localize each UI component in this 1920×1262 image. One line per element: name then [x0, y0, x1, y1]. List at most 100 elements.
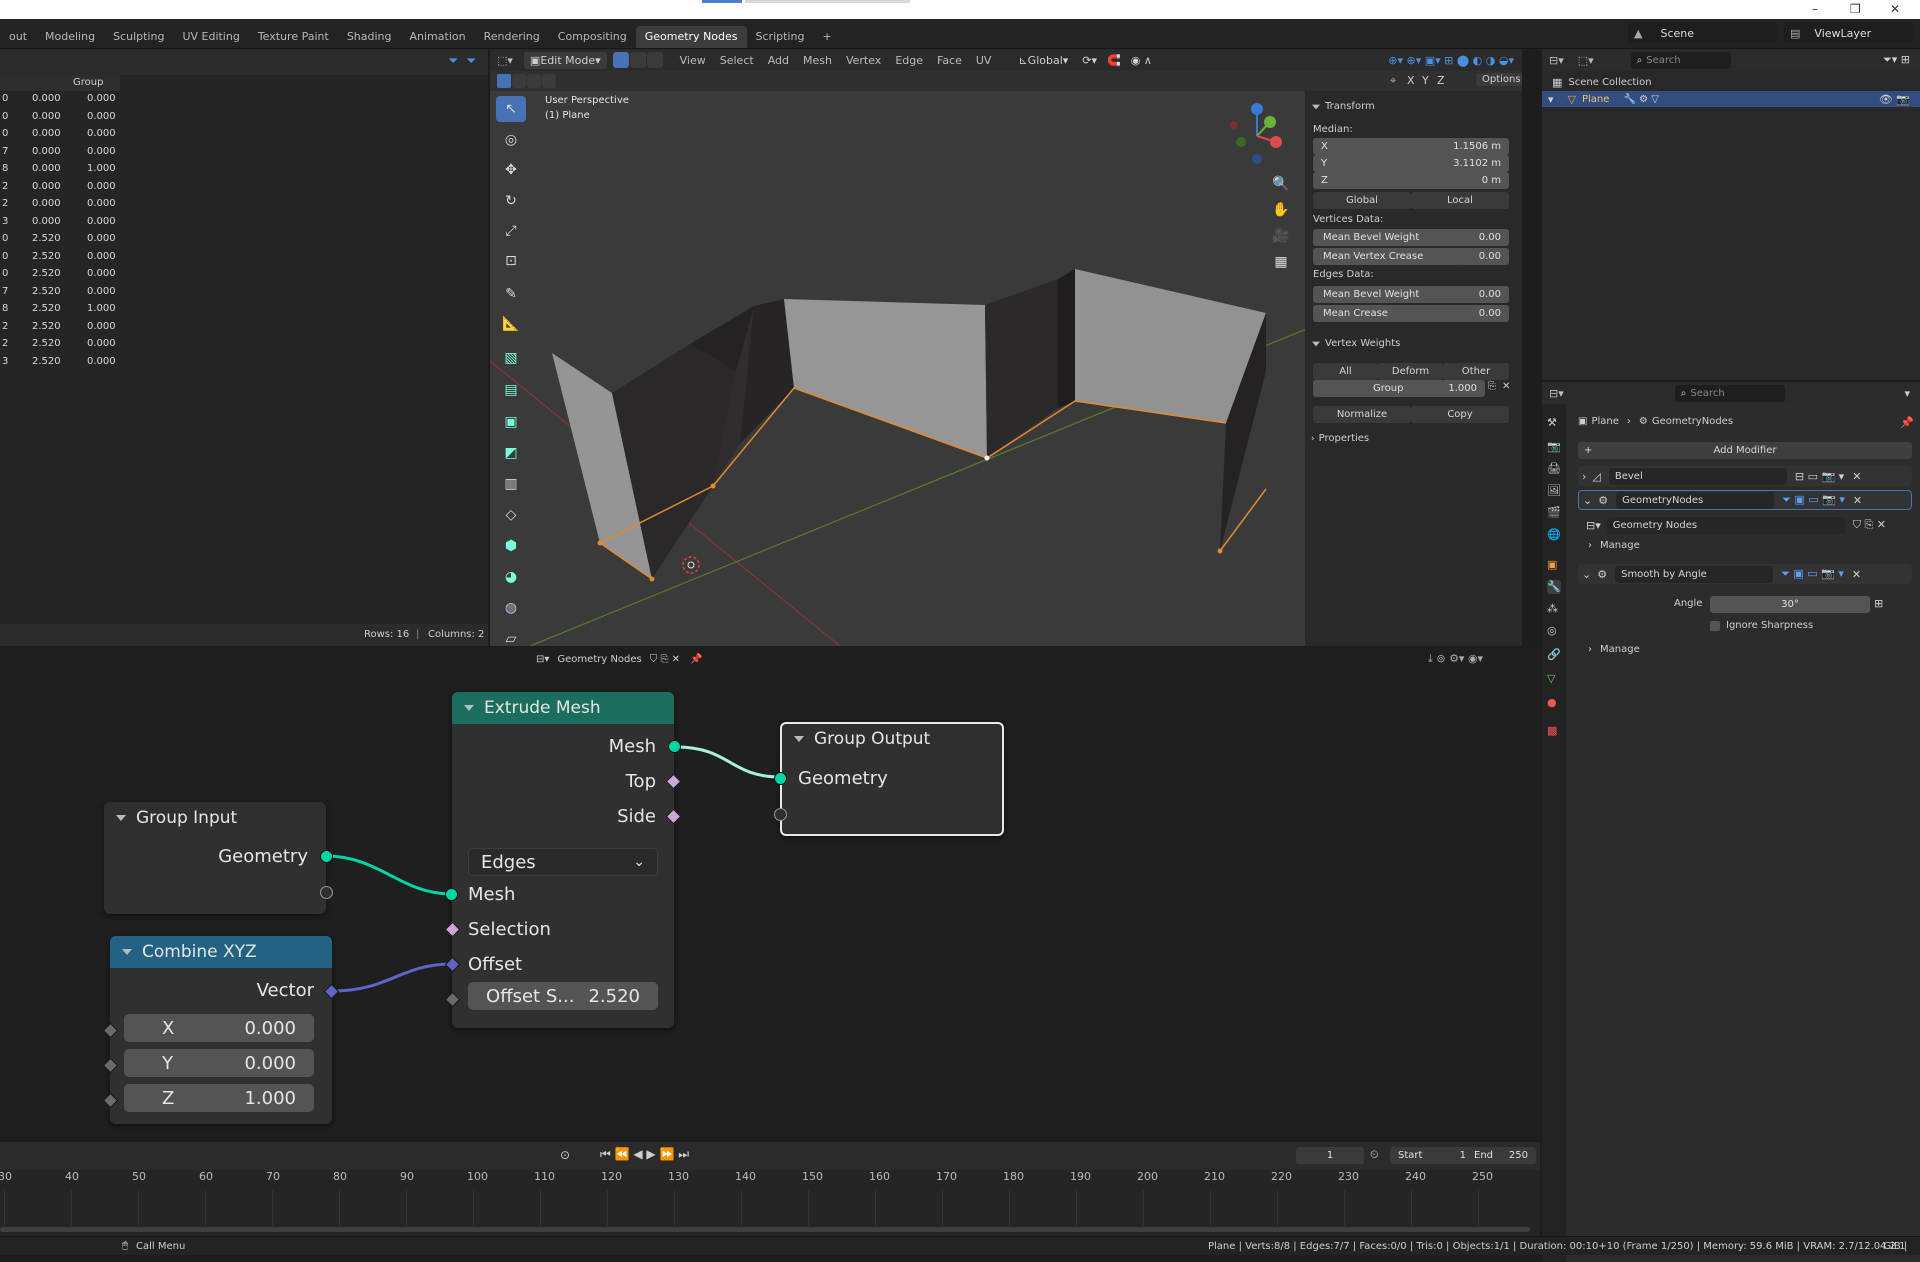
loop-cut-tool[interactable]: ▥ — [496, 471, 526, 497]
orientation-selector[interactable]: ⊾ Global ▾ — [1018, 54, 1068, 67]
scene-selector[interactable]: ▲ Scene — [1628, 23, 1778, 43]
vw-other-toggle[interactable]: Other — [1443, 363, 1509, 380]
inset-tool[interactable]: ▣ — [496, 409, 526, 435]
smooth-name-field[interactable]: Smooth by Angle — [1615, 565, 1774, 583]
end-frame-field[interactable]: End 250 — [1466, 1147, 1536, 1164]
select-box-tool[interactable]: ↖ — [496, 96, 526, 122]
move-tool[interactable]: ✥ — [496, 157, 526, 183]
filter-icon[interactable]: ⏷ — [448, 54, 458, 69]
menu-face[interactable]: Face — [930, 54, 969, 67]
annotate-tool[interactable]: ✎ — [496, 281, 526, 307]
menu-vertex[interactable]: Vertex — [839, 54, 888, 67]
mean-bevel-weight-field[interactable]: Mean Bevel Weight 0.00 — [1313, 229, 1509, 246]
outliner-editor-icon[interactable]: ⊟▾ — [1542, 54, 1571, 67]
mean-crease-field[interactable]: Mean Crease 0.00 — [1313, 305, 1509, 322]
transform-panel-header[interactable]: Transform — [1311, 101, 1375, 112]
poly-build-tool[interactable]: ⬢ — [496, 533, 526, 559]
select-subtract-icon[interactable] — [527, 74, 541, 88]
geonodes-toggle-icons[interactable]: ⏷ ▣ ▭ 📷 ▾ — [1782, 493, 1845, 507]
manage-panel-1[interactable]: › Manage — [1588, 540, 1640, 551]
mode-selector[interactable]: ▣ Edit Mode ▾ — [523, 51, 607, 69]
node-editor[interactable]: ⊟▾ Geometry Nodes ⛉ ⎘ ✕ 📌 ⤓ ⊚ ⚙▾ ◉▾ Extr… — [0, 648, 1540, 1140]
manage-panel-2[interactable]: › Manage — [1588, 644, 1640, 655]
physics-tab-icon[interactable]: ◎ — [1547, 624, 1561, 638]
menu-add[interactable]: Add — [761, 54, 796, 67]
face-select-icon[interactable] — [646, 52, 663, 68]
group-weight-field[interactable]: Group 1.000 — [1313, 380, 1485, 397]
restore-button[interactable]: ❐ — [1850, 2, 1861, 16]
properties-search[interactable]: ⌕ Search — [1674, 384, 1785, 402]
scene-collection-row[interactable]: ▦ Scene Collection — [1542, 74, 1920, 90]
options-button[interactable]: Options — [1476, 73, 1522, 86]
start-frame-field[interactable]: Start 1 — [1390, 1147, 1474, 1164]
node-group-field[interactable]: Geometry Nodes — [1606, 516, 1845, 534]
vw-all-toggle[interactable]: All — [1313, 363, 1378, 380]
median-y-field[interactable]: Y 3.1102 m — [1313, 155, 1509, 172]
properties-editor-icon[interactable]: ⊟▾ — [1542, 387, 1571, 400]
3d-viewport[interactable]: ⬚▾ ▣ Edit Mode ▾ View Select Add Mesh Vertex… — [490, 49, 1522, 646]
bevel-toggle-icons[interactable]: ⊟ ▭ 📷 ▾ — [1795, 470, 1844, 483]
bevel-remove-icon[interactable]: ✕ — [1852, 470, 1861, 483]
gizmo-toggle-icon[interactable]: ⊕▾ ⊕▾ ▣▾ ⊞ ⬤ ◐ ◑ ◒▾ — [1388, 54, 1514, 67]
texture-tab-icon[interactable]: ▩ — [1547, 724, 1561, 738]
tab-modeling[interactable]: Modeling — [36, 26, 104, 48]
smooth-modifier-header[interactable]: ⌄ ⚙ Smooth by Angle ⏷ ▣ ▭ 📷 ▾ ✕ — [1578, 564, 1912, 584]
group-input-header[interactable]: Group Input — [104, 802, 326, 834]
geonodes-remove-icon[interactable]: ✕ — [1853, 494, 1862, 507]
selection-mode-icons[interactable] — [497, 74, 556, 88]
measure-tool[interactable]: 📐 — [496, 311, 526, 337]
tab-compositing[interactable]: Compositing — [549, 26, 636, 48]
delete-weight-icon[interactable]: ✕ — [1502, 381, 1510, 392]
knife-tool[interactable]: ◇ — [496, 502, 526, 528]
median-z-field[interactable]: Z 0 m — [1313, 172, 1509, 189]
combine-z-field[interactable]: Z 1.000 — [124, 1084, 314, 1112]
world-tab-icon[interactable]: 🌐 — [1547, 528, 1561, 542]
vertex-weights-header[interactable]: Vertex Weights — [1311, 338, 1400, 349]
playback-controls-icons[interactable]: ⏮ ⏪ ◀ ▶ ⏩ ⏭ — [600, 1147, 689, 1162]
proportional-edit-icon[interactable]: ◉ ∧ — [1131, 54, 1152, 67]
smooth-remove-icon[interactable]: ✕ — [1852, 568, 1861, 581]
tab-geometry-nodes[interactable]: Geometry Nodes — [635, 26, 747, 48]
tab-texture-paint[interactable]: Texture Paint — [249, 26, 338, 48]
render-tab-icon[interactable]: 📷 — [1547, 440, 1561, 454]
display-mode-icon[interactable]: ⬚▾ — [1571, 54, 1601, 67]
median-x-field[interactable]: X 1.1506 m — [1313, 138, 1509, 155]
input-empty-socket[interactable] — [320, 886, 333, 899]
axis-x-toggle[interactable]: X — [1407, 74, 1415, 87]
snap-icon[interactable]: 🧲 — [1107, 54, 1121, 67]
view-layer-tab-icon[interactable]: 🖼 — [1547, 484, 1561, 498]
axis-z-toggle[interactable]: Z — [1437, 74, 1445, 87]
mirror-icon[interactable]: ⌖ — [1390, 74, 1396, 88]
add-modifier-button[interactable]: + Add Modifier — [1578, 442, 1912, 459]
navigation-gizmo[interactable] — [1222, 101, 1292, 171]
menu-uv[interactable]: UV — [969, 54, 999, 67]
particles-tab-icon[interactable]: ⁂ — [1547, 602, 1561, 616]
properties-dropdown-icon[interactable]: ▾ — [1904, 387, 1910, 400]
camera-icon[interactable]: 🎥 — [1270, 223, 1292, 249]
tab-uv-editing[interactable]: UV Editing — [173, 26, 248, 48]
plane-row[interactable]: ▾ ▽ Plane 🔧 ⚙ ▽ 👁 📷 — [1542, 91, 1920, 107]
normalize-button[interactable]: Normalize — [1313, 406, 1411, 423]
in-mesh-socket[interactable] — [445, 888, 458, 901]
extrude-mesh-node[interactable]: Extrude Mesh Mesh Top Side Edges ⌄ Mesh S… — [444, 692, 682, 1028]
copy-single-icon[interactable]: ⎘ — [1488, 381, 1496, 392]
angle-keyframe-icon[interactable]: ⊞ — [1874, 597, 1883, 610]
editor-type-icon[interactable]: ⬚▾ — [490, 54, 520, 67]
tab-out[interactable]: out — [0, 26, 36, 48]
mean-vertex-crease-field[interactable]: Mean Vertex Crease 0.00 — [1313, 248, 1509, 265]
output-empty-socket[interactable] — [774, 808, 787, 821]
scene-tab-icon[interactable]: 🎬 — [1547, 506, 1561, 520]
transform-tool[interactable]: ⊡ — [496, 248, 526, 274]
close-button[interactable]: ✕ — [1890, 2, 1900, 16]
combine-y-field[interactable]: Y 0.000 — [124, 1049, 314, 1077]
rotate-tool[interactable]: ↻ — [496, 188, 526, 214]
input-geometry-socket[interactable] — [320, 850, 333, 863]
add-cube-tool[interactable]: ▧ — [496, 345, 526, 371]
vw-deform-toggle[interactable]: Deform — [1378, 363, 1443, 380]
select-extend-icon[interactable] — [512, 74, 526, 88]
tab-sculpting[interactable]: Sculpting — [104, 26, 173, 48]
viewlayer-selector[interactable]: ▤ ViewLayer — [1784, 23, 1914, 43]
spin-tool[interactable]: ◕ — [496, 564, 526, 590]
material-tab-icon[interactable]: ● — [1547, 696, 1561, 710]
pin-icon[interactable]: 📌 — [1900, 416, 1914, 429]
